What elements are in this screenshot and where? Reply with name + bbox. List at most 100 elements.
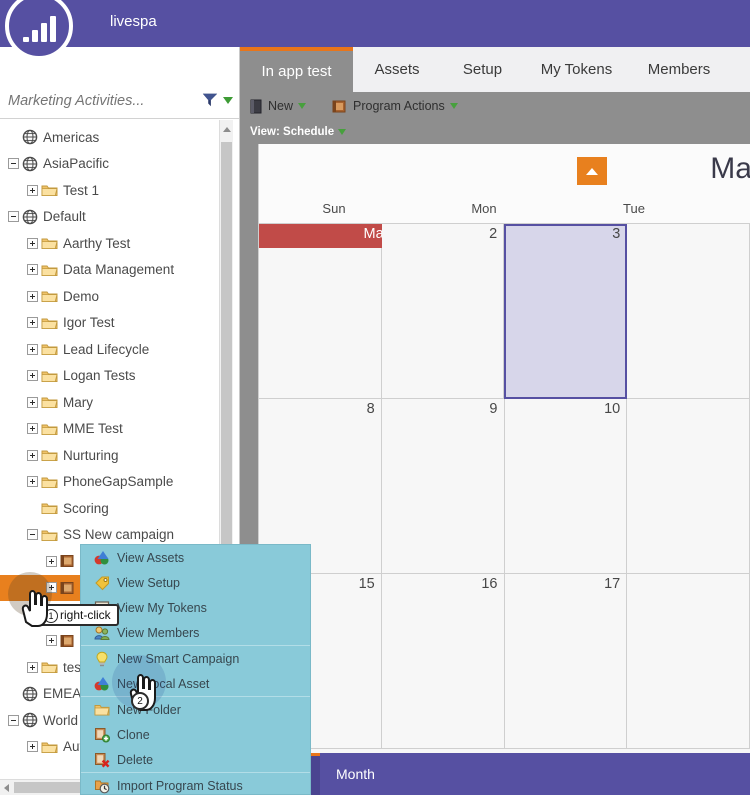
- tree-item-label: Americas: [43, 129, 100, 145]
- context-menu-item-label: Import Program Status: [117, 778, 243, 793]
- calendar-day-cell[interactable]: [627, 574, 750, 749]
- brand-title: livespa: [110, 13, 157, 30]
- expand-toggle-icon[interactable]: [46, 635, 57, 647]
- tree-item[interactable]: Test 1: [0, 177, 228, 204]
- folder-icon: [41, 450, 58, 462]
- tree-item-label: Scoring: [63, 500, 109, 516]
- tab-label: In app test: [261, 63, 332, 80]
- expand-toggle-icon[interactable]: [27, 423, 38, 435]
- tree-item[interactable]: Mary: [0, 389, 228, 416]
- chevron-up-icon[interactable]: [577, 157, 607, 185]
- tree-item[interactable]: Lead Lifecycle: [0, 336, 228, 363]
- context-menu-item[interactable]: New Folder: [81, 697, 310, 722]
- expand-toggle-icon[interactable]: [27, 343, 38, 355]
- green-caret-down-icon[interactable]: [298, 103, 307, 109]
- tree-item[interactable]: Nurturing: [0, 442, 228, 469]
- calendar-day-cell[interactable]: [627, 224, 750, 399]
- expand-toggle-icon[interactable]: [27, 661, 38, 673]
- tree-item[interactable]: Default: [0, 204, 228, 231]
- calendar-day-cell[interactable]: [627, 399, 750, 574]
- tree-item-label: PhoneGapSample: [63, 474, 174, 490]
- funnel-filter-icon[interactable]: [201, 92, 219, 108]
- calendar-view-tab[interactable]: Month: [320, 753, 415, 795]
- new-button[interactable]: New: [250, 99, 307, 114]
- dayname: Tue: [623, 201, 645, 216]
- calendar-day-cell[interactable]: 10: [504, 399, 628, 574]
- expand-toggle-icon[interactable]: [27, 370, 38, 382]
- expand-toggle-icon[interactable]: [27, 290, 38, 302]
- expand-toggle-icon[interactable]: [27, 237, 38, 249]
- tree-item[interactable]: Igor Test: [0, 310, 228, 337]
- expand-toggle-icon[interactable]: [27, 449, 38, 461]
- tab-in-app-test[interactable]: In app test: [240, 47, 353, 92]
- tree-item[interactable]: Scoring: [0, 495, 228, 522]
- view-bar[interactable]: View: Schedule: [240, 120, 750, 144]
- collapse-toggle-icon[interactable]: [8, 714, 19, 726]
- context-menu-item[interactable]: Import Program Status: [81, 773, 310, 794]
- context-menu-item[interactable]: Delete: [81, 747, 310, 772]
- green-caret-down-icon[interactable]: [223, 96, 233, 104]
- program-actions-button[interactable]: Program Actions: [332, 99, 458, 114]
- folder-icon: [41, 530, 58, 541]
- calendar-day-cell[interactable]: May 1: [259, 224, 409, 399]
- tree-item-label: AsiaPacific: [43, 156, 110, 172]
- tree-item-label: Aarthy Test: [63, 235, 131, 251]
- folder-icon: [41, 265, 58, 276]
- tree-item-label: Logan Tests: [63, 368, 136, 384]
- collapse-toggle-icon[interactable]: [27, 529, 38, 541]
- tree-item[interactable]: Logan Tests: [0, 363, 228, 390]
- calendar-day-cell[interactable]: 2: [381, 224, 505, 399]
- calendar-day-cell[interactable]: 9: [381, 399, 505, 574]
- tree-item[interactable]: MME Test: [0, 416, 228, 443]
- expand-toggle-icon[interactable]: [46, 555, 57, 567]
- expand-toggle-icon[interactable]: [27, 264, 38, 276]
- tree-item[interactable]: Aarthy Test: [0, 230, 228, 257]
- top-header-bar: livespa: [0, 0, 750, 47]
- expand-toggle-icon[interactable]: [27, 184, 38, 196]
- calendar-day-cell[interactable]: 3: [504, 224, 628, 399]
- tab-members[interactable]: Members: [629, 47, 729, 92]
- tab-setup[interactable]: Setup: [441, 47, 524, 92]
- expand-toggle-icon[interactable]: [27, 396, 38, 408]
- tree-item[interactable]: Demo: [0, 283, 228, 310]
- tab-my-tokens[interactable]: My Tokens: [524, 47, 629, 92]
- program-icon: [60, 634, 74, 647]
- step-2-number: 2: [131, 692, 149, 710]
- context-menu-item[interactable]: Clone: [81, 722, 310, 747]
- collapse-toggle-icon[interactable]: [8, 158, 19, 170]
- tree-item[interactable]: Americas: [0, 124, 228, 151]
- globe-icon: [22, 209, 38, 225]
- clone-icon: [95, 727, 110, 742]
- globe-icon: [22, 156, 38, 172]
- context-menu-item-label: Clone: [117, 727, 150, 742]
- program-icon: [60, 555, 74, 568]
- scroll-up-button[interactable]: [221, 122, 232, 136]
- scroll-left-button[interactable]: [1, 782, 13, 793]
- search-input[interactable]: [8, 90, 188, 112]
- green-caret-down-icon[interactable]: [338, 129, 347, 135]
- expand-toggle-icon[interactable]: [27, 741, 38, 753]
- green-caret-down-icon[interactable]: [449, 103, 458, 109]
- collapse-toggle-icon[interactable]: [8, 211, 19, 223]
- calendar-day-cell[interactable]: 17: [504, 574, 628, 749]
- expand-toggle-icon[interactable]: [27, 317, 38, 329]
- context-menu-item[interactable]: View Setup: [81, 570, 310, 595]
- calendar: May 1 Sun Mon Tue May 1 2 3 8 9 10 15 16 17: [258, 144, 750, 761]
- tree-item[interactable]: Data Management: [0, 257, 228, 284]
- tree-item-label: Test 1: [63, 182, 100, 198]
- view-label: View: Schedule: [250, 126, 335, 138]
- calendar-day-cell[interactable]: 16: [381, 574, 505, 749]
- day-number: 15: [358, 576, 375, 592]
- context-menu-item[interactable]: View Assets: [81, 545, 310, 570]
- new-label: New: [268, 99, 294, 113]
- calendar-title: May 1: [710, 152, 750, 185]
- delete-icon: [95, 752, 110, 767]
- tab-assets[interactable]: Assets: [353, 47, 441, 92]
- tree-item[interactable]: AsiaPacific: [0, 151, 228, 178]
- folder-icon: [41, 371, 58, 382]
- expand-toggle-icon[interactable]: [27, 476, 38, 488]
- assets-color-icon: [94, 550, 109, 564]
- tree-item[interactable]: PhoneGapSample: [0, 469, 228, 496]
